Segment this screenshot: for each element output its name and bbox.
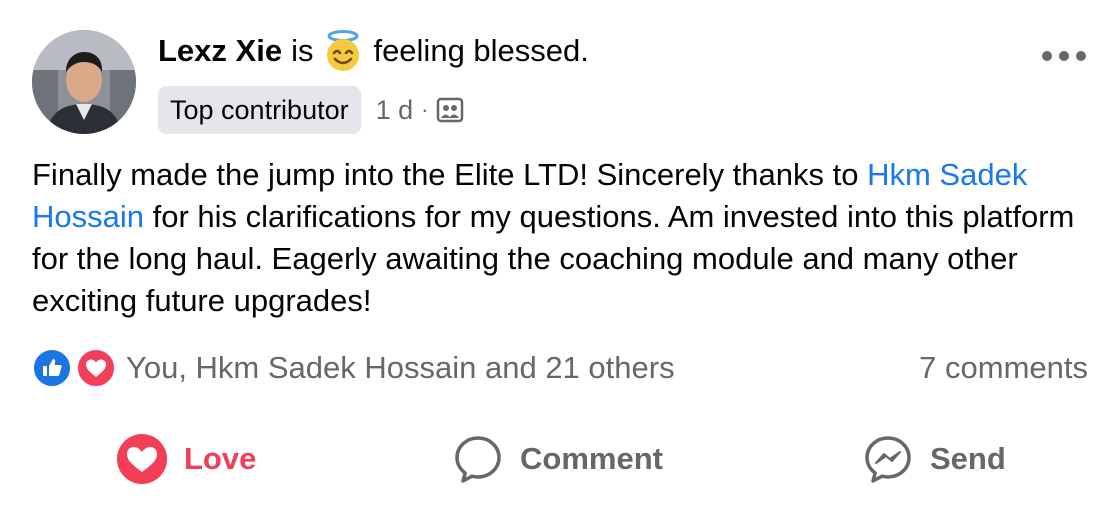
- post-meta: Top contributor 1 d ·: [158, 86, 464, 134]
- reaction-icons: [32, 347, 118, 389]
- love-reaction-icon: [76, 348, 116, 388]
- love-button[interactable]: Love: [116, 428, 256, 490]
- halo-emoji-icon: [321, 29, 365, 73]
- send-button[interactable]: Send: [862, 428, 1006, 490]
- author-avatar[interactable]: [32, 30, 136, 134]
- action-bar: Love Comment Send: [0, 428, 1108, 490]
- send-button-label: Send: [930, 441, 1006, 476]
- post-text-part: for his clarifications for my questions.…: [32, 199, 1075, 318]
- author-name[interactable]: Lexz Xie: [158, 28, 282, 74]
- more-options-icon[interactable]: [1042, 48, 1086, 64]
- feeling-text[interactable]: feeling blessed.: [373, 28, 588, 74]
- avatar-photo: [32, 30, 136, 134]
- header-verb: is: [291, 33, 314, 68]
- post-time[interactable]: 1 d: [376, 95, 414, 126]
- meta-separator: ·: [421, 97, 429, 122]
- group-audience-icon[interactable]: [436, 96, 464, 124]
- comment-button-label: Comment: [520, 441, 663, 476]
- comments-count[interactable]: 7 comments: [919, 347, 1088, 389]
- comment-button[interactable]: Comment: [452, 428, 663, 490]
- reactions-summary[interactable]: You, Hkm Sadek Hossain and 21 others: [32, 347, 675, 389]
- post-body: Finally made the jump into the Elite LTD…: [32, 154, 1092, 322]
- like-reaction-icon: [32, 348, 72, 388]
- post-text-part: Finally made the jump into the Elite LTD…: [32, 157, 868, 192]
- top-contributor-badge[interactable]: Top contributor: [158, 86, 361, 134]
- reactors-text[interactable]: You, Hkm Sadek Hossain and 21 others: [126, 350, 675, 386]
- comment-icon: [455, 436, 501, 483]
- feed-post: Lexz Xie is feeling blessed. Top contrib…: [0, 0, 1108, 508]
- love-button-label: Love: [184, 441, 257, 476]
- love-icon: [117, 434, 167, 484]
- messenger-icon: [865, 436, 911, 483]
- post-header-title: Lexz Xie is feeling blessed.: [158, 28, 589, 74]
